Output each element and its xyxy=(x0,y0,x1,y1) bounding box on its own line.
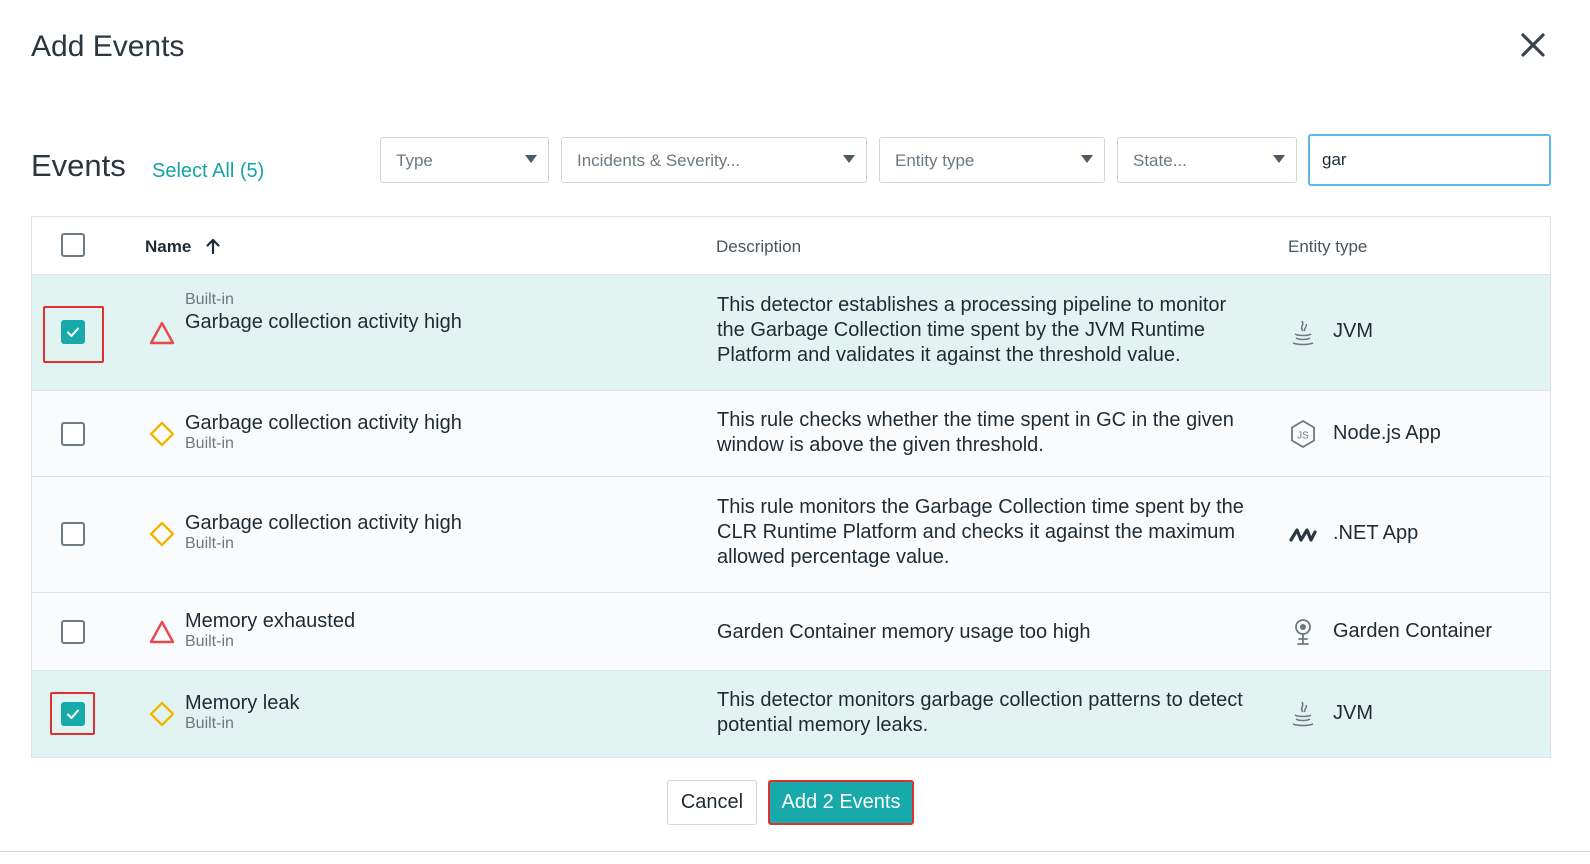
table-row[interactable]: Memory leak Built-in This detector monit… xyxy=(32,671,1550,757)
name-column-header[interactable]: Name xyxy=(145,237,191,257)
java-icon xyxy=(1292,701,1314,727)
sort-ascending-icon[interactable] xyxy=(204,237,222,255)
type-filter-label: Type xyxy=(396,151,433,170)
nodejs-icon: JS xyxy=(1291,420,1315,448)
dotnet-icon xyxy=(1289,528,1317,542)
event-source: Built-in xyxy=(185,715,234,732)
incidents-filter-label: Incidents & Severity... xyxy=(577,151,741,170)
state-filter-label: State... xyxy=(1133,151,1187,170)
critical-triangle-icon xyxy=(149,321,175,345)
type-filter[interactable]: Type xyxy=(380,137,549,183)
table-row[interactable]: Memory exhausted Built-in Garden Contain… xyxy=(32,593,1550,671)
select-all-link[interactable]: Select All (5) xyxy=(152,160,264,183)
chevron-down-icon xyxy=(843,155,855,163)
entity-type-label: Garden Container xyxy=(1333,620,1492,642)
row-checkbox[interactable] xyxy=(61,422,85,446)
search-input[interactable] xyxy=(1308,134,1551,186)
cancel-button[interactable]: Cancel xyxy=(667,780,757,825)
entity-type-label: JVM xyxy=(1333,702,1373,724)
chevron-down-icon xyxy=(525,155,537,163)
event-name: Garbage collection activity high xyxy=(185,412,462,434)
incidents-severity-filter[interactable]: Incidents & Severity... xyxy=(561,137,867,183)
event-description: Garden Container memory usage too high xyxy=(717,621,1091,643)
event-name: Memory leak xyxy=(185,692,300,714)
entity-type-label: JVM xyxy=(1333,320,1373,342)
warning-diamond-icon xyxy=(149,421,175,447)
events-table: Name Description Entity type Garbage col… xyxy=(31,216,1551,758)
table-header: Name Description Entity type xyxy=(32,217,1550,275)
row-checkbox[interactable] xyxy=(61,522,85,546)
table-row[interactable]: Garbage collection activity high Built-i… xyxy=(32,477,1550,593)
event-name: Garbage collection activity high xyxy=(185,512,462,534)
event-name: Memory exhausted xyxy=(185,610,356,632)
event-source: Built-in xyxy=(185,435,234,452)
event-source: Built-in xyxy=(185,633,234,650)
entity-type-column-header: Entity type xyxy=(1288,237,1368,256)
description-column-header: Description xyxy=(716,237,802,256)
entity-type-label: Node.js App xyxy=(1333,422,1441,444)
row-checkbox[interactable] xyxy=(61,320,85,344)
add-events-button[interactable]: Add 2 Events xyxy=(768,780,914,825)
table-row[interactable]: Garbage collection activity high Built-i… xyxy=(32,275,1550,391)
event-description: This rule monitors the Garbage Collectio… xyxy=(717,496,1244,568)
event-name: Garbage collection activity high xyxy=(185,311,462,333)
entity-type-filter-label: Entity type xyxy=(895,151,975,170)
row-checkbox[interactable] xyxy=(61,702,85,726)
close-icon[interactable] xyxy=(1516,28,1550,62)
event-source: Built-in xyxy=(185,535,234,552)
row-checkbox[interactable] xyxy=(61,620,85,644)
event-description: This detector monitors garbage collectio… xyxy=(717,689,1243,736)
event-description: This detector establishes a processing p… xyxy=(717,294,1227,366)
entity-type-filter[interactable]: Entity type xyxy=(879,137,1105,183)
add-events-dialog: Add Events Events Select All (5) Type In… xyxy=(0,0,1590,864)
warning-diamond-icon xyxy=(149,521,175,547)
event-source: Built-in xyxy=(185,291,234,308)
table-row[interactable]: Garbage collection activity high Built-i… xyxy=(32,391,1550,477)
java-icon xyxy=(1292,320,1314,346)
svg-text:JS: JS xyxy=(1297,431,1309,442)
dialog-title: Add Events xyxy=(31,30,185,63)
chevron-down-icon xyxy=(1273,155,1285,163)
event-description: This rule checks whether the time spent … xyxy=(717,409,1234,456)
select-all-checkbox[interactable] xyxy=(61,233,85,257)
garden-container-icon xyxy=(1295,619,1311,645)
critical-triangle-icon xyxy=(149,620,175,644)
entity-type-label: .NET App xyxy=(1333,522,1419,544)
state-filter[interactable]: State... xyxy=(1117,137,1297,183)
chevron-down-icon xyxy=(1081,155,1093,163)
events-section-title: Events xyxy=(31,148,126,183)
warning-diamond-icon xyxy=(149,701,175,727)
